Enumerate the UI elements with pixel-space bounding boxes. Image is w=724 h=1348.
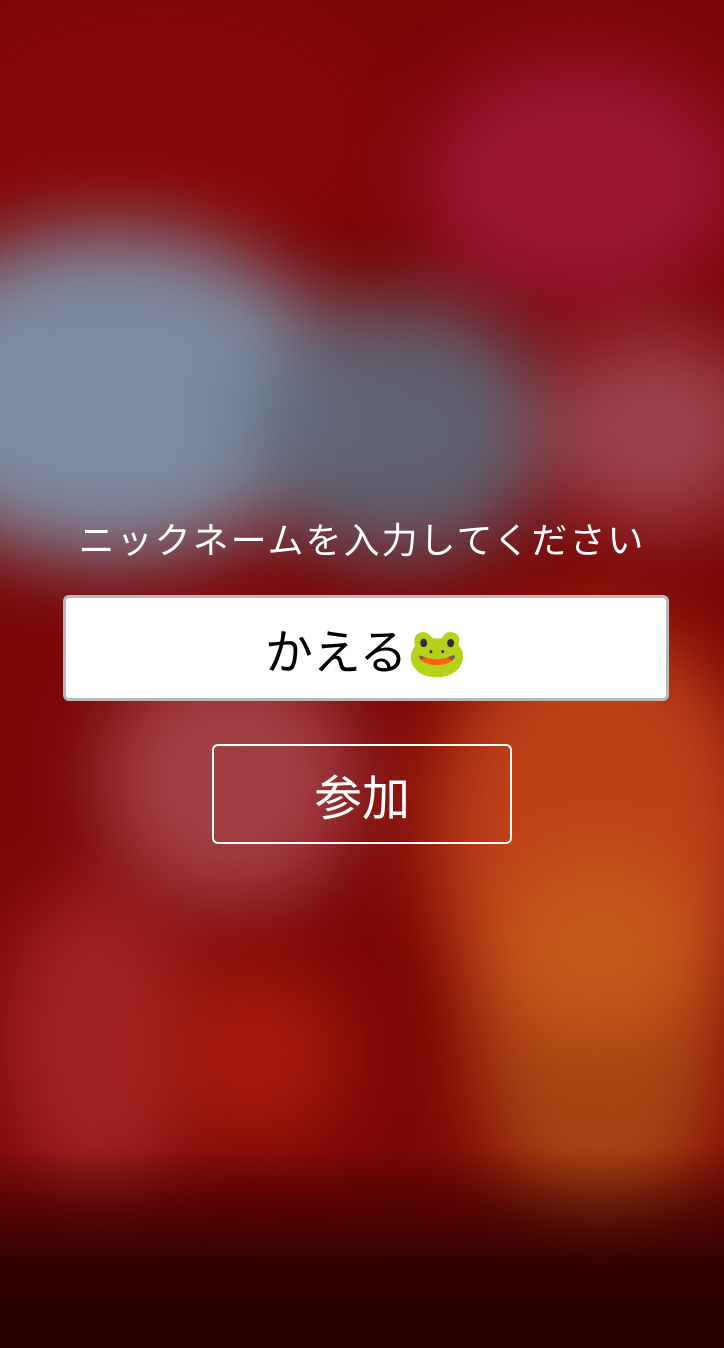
nickname-input[interactable] xyxy=(63,595,669,701)
join-button[interactable]: 参加 xyxy=(212,744,512,844)
nickname-prompt: ニックネームを入力してください xyxy=(78,521,646,562)
join-screen: ニックネームを入力してください 参加 xyxy=(0,0,724,1348)
